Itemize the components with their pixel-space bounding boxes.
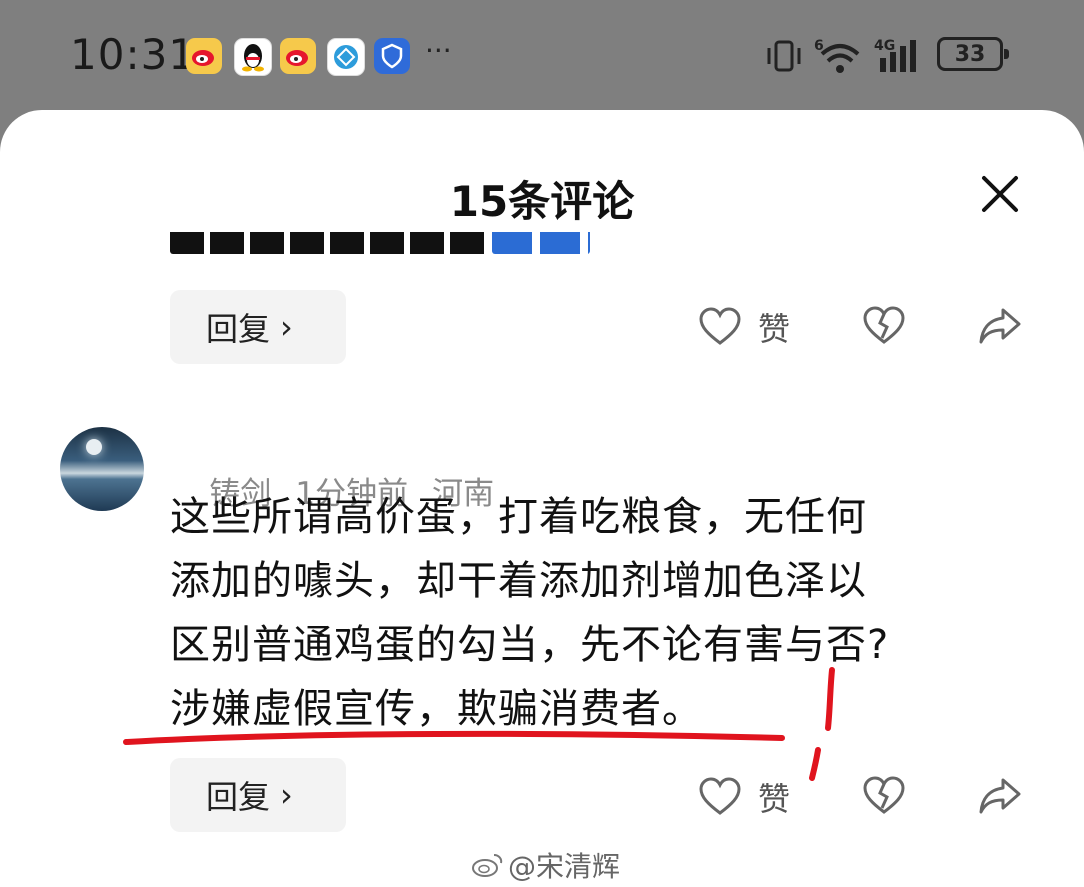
share-icon[interactable] xyxy=(977,306,1023,346)
signal-label: 4G xyxy=(874,38,895,54)
heart-icon xyxy=(699,307,741,345)
heart-icon xyxy=(699,777,741,815)
comment-text-line: 区别普通鸡蛋的勾当，先不论有害与否? xyxy=(170,622,890,668)
reply-button[interactable]: 回复 › xyxy=(170,758,346,832)
watermark-text: @宋清辉 xyxy=(508,850,621,883)
share-icon[interactable] xyxy=(977,776,1023,816)
sheet-title: 15条评论 xyxy=(449,177,635,226)
battery-indicator: 33 xyxy=(937,37,1009,71)
comments-sheet: 15条评论 回复 › 赞 铸剑 1分钟前 河南 这些所谓高价蛋，打着吃粮食，无任何 … xyxy=(0,110,1084,887)
dislike-broken-heart-icon[interactable] xyxy=(862,776,906,816)
watermark: @宋清辉 xyxy=(470,845,620,885)
more-notifications: ··· xyxy=(425,34,452,67)
like-label: 赞 xyxy=(758,310,791,348)
chevron-right-icon: › xyxy=(280,776,293,814)
like-button[interactable]: 赞 xyxy=(698,774,790,820)
reply-label: 回复 xyxy=(206,310,271,348)
reply-button[interactable]: 回复 › xyxy=(170,290,346,364)
weibo-icon xyxy=(186,38,222,74)
reply-label: 回复 xyxy=(206,778,271,816)
weibo-logo-icon xyxy=(472,854,503,877)
like-label: 赞 xyxy=(758,780,791,818)
cellular-signal-icon: 4G xyxy=(874,38,916,72)
qq-icon xyxy=(234,38,272,76)
shield-app-icon xyxy=(374,38,410,74)
dislike-broken-heart-icon[interactable] xyxy=(862,306,906,346)
weibo-icon xyxy=(280,38,316,74)
like-button[interactable]: 赞 xyxy=(698,304,790,350)
avatar[interactable] xyxy=(60,427,144,511)
comment-text-line: 添加的噱头，却干着添加剂增加色泽以 xyxy=(170,558,867,604)
previous-comment-text-clipped xyxy=(170,232,590,260)
browser-icon xyxy=(327,38,365,76)
close-icon[interactable] xyxy=(978,172,1022,216)
comment-text-line: 这些所谓高价蛋，打着吃粮食，无任何 xyxy=(170,494,867,540)
status-time: 10:31 xyxy=(70,30,197,79)
vibrate-icon xyxy=(767,40,801,72)
status-bar: 10:31 ··· 6 4G 33 xyxy=(0,0,1084,110)
chevron-right-icon: › xyxy=(280,308,293,346)
wifi-icon: 6 xyxy=(814,38,860,73)
comment-text-line: 涉嫌虚假宣传，欺骗消费者。 xyxy=(170,686,703,732)
